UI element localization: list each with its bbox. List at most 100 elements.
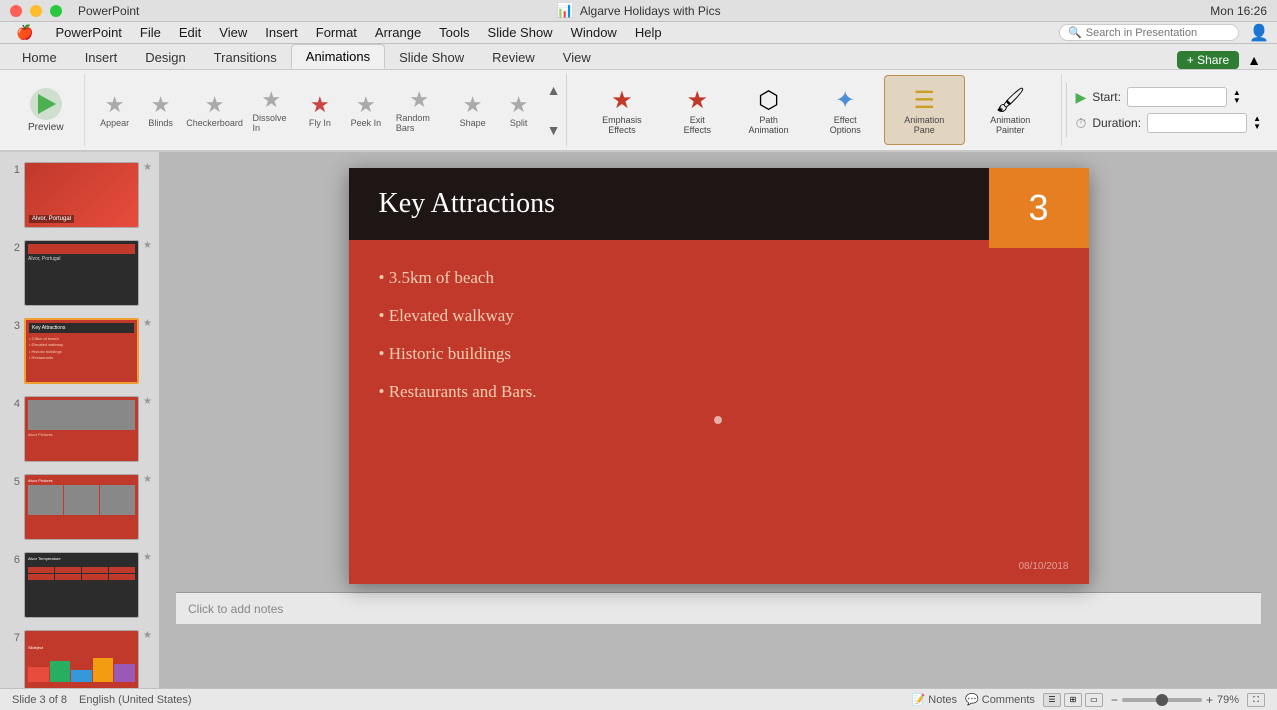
menu-arrange[interactable]: Arrange — [367, 23, 429, 42]
exit-effects-button[interactable]: ★ Exit Effects — [666, 75, 728, 145]
slide-thumbnail-6[interactable]: Alvor Temperature — [24, 552, 139, 618]
peekin-label: Peek In — [351, 118, 382, 128]
menu-slideshow[interactable]: Slide Show — [480, 23, 561, 42]
slide-count: Slide 3 of 8 — [12, 694, 67, 706]
tab-slideshow[interactable]: Slide Show — [385, 46, 478, 69]
tab-insert[interactable]: Insert — [71, 46, 132, 69]
animation-randombars[interactable]: ★ Random Bars — [390, 83, 449, 137]
tab-transitions[interactable]: Transitions — [200, 46, 291, 69]
path-animation-button[interactable]: ⬡ Path Animation — [730, 75, 807, 145]
thumb1-text: Alvor, Portugal — [29, 215, 74, 223]
shape-label: Shape — [460, 118, 486, 128]
titlebar: PowerPoint 📊 Algarve Holidays with Pics … — [0, 0, 1277, 22]
zoom-out-button[interactable]: − — [1111, 693, 1118, 707]
randombars-label: Random Bars — [396, 113, 443, 133]
list-item[interactable]: 5 Alvor Pictures ★ — [4, 472, 155, 542]
normal-view-button[interactable]: ☰ — [1043, 693, 1061, 707]
notes-button[interactable]: 📝 Notes — [912, 693, 957, 706]
thumb-inner-4: Alvor Pictures — [25, 397, 138, 461]
apple-menu[interactable]: 🍎 — [8, 22, 41, 43]
animation-flyin[interactable]: ★ Fly In — [298, 88, 342, 132]
list-item[interactable]: 2 Alvor, Portugal ★ — [4, 238, 155, 308]
scroll-up-icon[interactable]: ▲ — [545, 80, 563, 100]
menu-edit[interactable]: Edit — [171, 23, 209, 42]
slide-thumbnail-1[interactable]: Alvor, Portugal — [24, 162, 139, 228]
menu-format[interactable]: Format — [308, 23, 365, 42]
share-button[interactable]: + Share — [1177, 51, 1239, 69]
ribbon-group-animations: ★ Appear ★ Blinds ★ Checkerboard ★ — [89, 74, 568, 146]
slide-thumbnail-5[interactable]: Alvor Pictures — [24, 474, 139, 540]
animation-pane-label: Animation Pane — [895, 115, 954, 135]
thumb7-bar1 — [28, 667, 49, 682]
animation-appear[interactable]: ★ Appear — [93, 88, 137, 132]
list-item[interactable]: 7 Slideject ★ — [4, 628, 155, 688]
maximize-button[interactable] — [50, 5, 62, 17]
slide-canvas[interactable]: Key Attractions 3 • 3.5km of beach • Ele… — [349, 168, 1089, 584]
notes-area[interactable]: Click to add notes — [176, 592, 1261, 624]
zoom-slider[interactable] — [1122, 698, 1202, 702]
duration-row: ⏱ Duration: ▲ ▼ — [1075, 113, 1261, 133]
list-item[interactable]: 6 Alvor Temperature — [4, 550, 155, 620]
effect-options-button[interactable]: ✦ Effect Options — [809, 75, 882, 145]
tab-home[interactable]: Home — [8, 46, 71, 69]
list-item[interactable]: 4 Alvor Pictures ★ — [4, 394, 155, 464]
comments-button[interactable]: 💬 Comments — [965, 693, 1035, 706]
start-input[interactable] — [1127, 87, 1227, 107]
animation-dissolvein[interactable]: ★ Dissolve In — [247, 83, 296, 137]
slide-thumbnail-2[interactable]: Alvor, Portugal — [24, 240, 139, 306]
thumb6-cell — [109, 567, 135, 573]
checkerboard-icon: ★ — [205, 92, 225, 118]
animation-blinds[interactable]: ★ Blinds — [139, 88, 183, 132]
tab-design[interactable]: Design — [131, 46, 199, 69]
split-icon: ★ — [509, 92, 529, 118]
tab-view[interactable]: View — [549, 46, 605, 69]
thumb6-cell — [82, 574, 108, 580]
animation-split[interactable]: ★ Split — [497, 88, 541, 132]
menu-window[interactable]: Window — [563, 23, 625, 42]
preview-button[interactable]: Preview — [16, 84, 76, 137]
list-item[interactable]: 1 Alvor, Portugal ★ — [4, 160, 155, 230]
blinds-label: Blinds — [148, 118, 173, 128]
grid-view-button[interactable]: ⊞ — [1064, 693, 1082, 707]
tab-review[interactable]: Review — [478, 46, 549, 69]
thumb6-label: Alvor Temperature — [28, 556, 135, 561]
user-icon[interactable]: 👤 — [1249, 23, 1269, 43]
scroll-down-icon[interactable]: ▼ — [545, 120, 563, 140]
minimize-button[interactable] — [30, 5, 42, 17]
slide-thumbnail-3[interactable]: Key Attractions • 3.5km of beach• Elevat… — [24, 318, 139, 384]
slide-bullets: • 3.5km of beach • Elevated walkway • Hi… — [379, 268, 537, 402]
collapse-ribbon-button[interactable]: ▲ — [1247, 52, 1261, 68]
animation-pane-button[interactable]: ☰ Animation Pane — [884, 75, 965, 145]
menu-powerpoint[interactable]: PowerPoint — [47, 23, 129, 42]
menu-help[interactable]: Help — [627, 23, 670, 42]
emphasis-effects-button[interactable]: ★ Emphasis Effects — [579, 75, 664, 145]
close-button[interactable] — [10, 5, 22, 17]
duration-input[interactable] — [1147, 113, 1247, 133]
thumb-inner-3: Key Attractions • 3.5km of beach• Elevat… — [26, 320, 137, 382]
duration-stepper[interactable]: ▲ ▼ — [1253, 115, 1261, 131]
list-item[interactable]: 3 Key Attractions • 3.5km of beach• Elev… — [4, 316, 155, 386]
reading-view-button[interactable]: ▭ — [1085, 693, 1103, 707]
ribbon-group-preview: Preview — [8, 74, 85, 146]
menu-insert[interactable]: Insert — [257, 23, 306, 42]
search-bar[interactable]: 🔍 — [1059, 24, 1239, 41]
search-input[interactable] — [1086, 27, 1226, 39]
zoom-in-button[interactable]: + — [1206, 693, 1213, 707]
animation-painter-button[interactable]: 🖌 Animation Painter — [967, 75, 1053, 145]
tab-animations[interactable]: Animations — [291, 44, 385, 69]
start-stepper[interactable]: ▲ ▼ — [1233, 89, 1241, 105]
fit-screen-button[interactable]: ⛶ — [1247, 693, 1265, 707]
share-area: + Share ▲ — [1169, 51, 1269, 69]
menu-tools[interactable]: Tools — [431, 23, 477, 42]
notes-icon: 📝 — [912, 693, 926, 706]
thumb2-bar — [28, 244, 135, 254]
menu-view[interactable]: View — [211, 23, 255, 42]
animation-peekin[interactable]: ★ Peek In — [344, 88, 388, 132]
animation-scroll-arrows: ▲ ▼ — [545, 80, 563, 140]
slide-thumbnail-4[interactable]: Alvor Pictures — [24, 396, 139, 462]
slide-thumbnail-7[interactable]: Slideject — [24, 630, 139, 688]
randombars-icon: ★ — [409, 87, 429, 113]
menu-file[interactable]: File — [132, 23, 169, 42]
animation-checkerboard[interactable]: ★ Checkerboard — [185, 88, 245, 132]
animation-shape[interactable]: ★ Shape — [451, 88, 495, 132]
